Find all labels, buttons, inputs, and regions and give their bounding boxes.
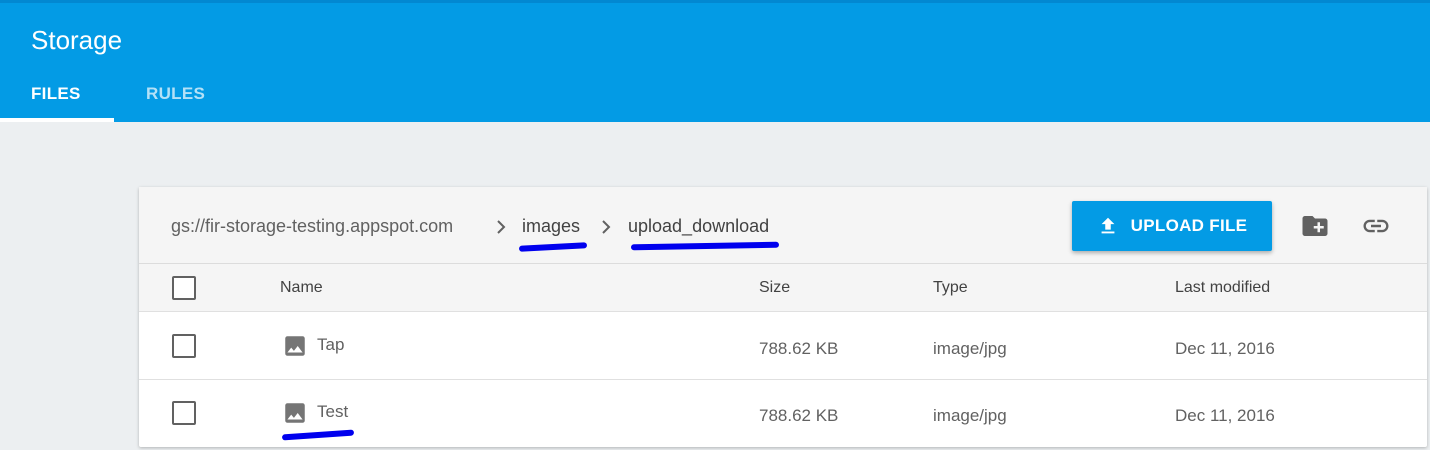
- breadcrumb-upload-download[interactable]: upload_download: [628, 216, 769, 237]
- page-title: Storage: [31, 25, 123, 55]
- create-folder-icon[interactable]: [1300, 211, 1330, 241]
- file-type: image/jpg: [933, 406, 1007, 425]
- row-checkbox[interactable]: [172, 401, 196, 425]
- file-type: image/jpg: [933, 339, 1007, 358]
- image-icon: [285, 336, 305, 356]
- file-size: 788.62 KB: [759, 406, 839, 425]
- chevron-right-icon: [602, 220, 611, 234]
- file-last-modified: Dec 11, 2016: [1175, 339, 1275, 358]
- annotation-underline: [630, 241, 780, 251]
- upload-file-button[interactable]: UPLOAD FILE: [1072, 201, 1272, 251]
- column-size[interactable]: Size: [759, 279, 790, 297]
- breadcrumb-images[interactable]: images: [522, 216, 580, 237]
- file-name[interactable]: Test: [317, 402, 348, 422]
- upload-icon: [1101, 217, 1115, 234]
- link-icon[interactable]: [1361, 211, 1391, 241]
- table-row[interactable]: Test 788.62 KB image/jpg Dec 11, 2016: [139, 380, 1427, 447]
- image-icon: [285, 403, 305, 423]
- files-card: gs://fir-storage-testing.appspot.com ima…: [139, 187, 1427, 447]
- annotation-underline: [518, 242, 588, 252]
- app-header: Storage FILES RULES: [0, 0, 1430, 122]
- files-toolbar: gs://fir-storage-testing.appspot.com ima…: [139, 187, 1427, 264]
- tab-files[interactable]: FILES: [31, 84, 81, 104]
- table-row[interactable]: Tap 788.62 KB image/jpg Dec 11, 2016: [139, 313, 1427, 380]
- column-last-modified[interactable]: Last modified: [1175, 279, 1270, 297]
- column-name[interactable]: Name: [280, 279, 323, 297]
- upload-file-label: UPLOAD FILE: [1130, 216, 1248, 235]
- active-tab-indicator: [0, 118, 114, 122]
- row-checkbox[interactable]: [172, 334, 196, 358]
- file-last-modified: Dec 11, 2016: [1175, 406, 1275, 425]
- column-type[interactable]: Type: [933, 279, 968, 297]
- chevron-right-icon: [497, 220, 506, 234]
- file-size: 788.62 KB: [759, 339, 839, 358]
- file-name[interactable]: Tap: [317, 335, 344, 355]
- table-header: Name Size Type Last modified: [139, 264, 1427, 312]
- select-all-checkbox[interactable]: [172, 276, 196, 300]
- annotation-underline: [281, 429, 355, 441]
- breadcrumb-bucket[interactable]: gs://fir-storage-testing.appspot.com: [171, 216, 453, 237]
- tab-rules[interactable]: RULES: [146, 84, 205, 104]
